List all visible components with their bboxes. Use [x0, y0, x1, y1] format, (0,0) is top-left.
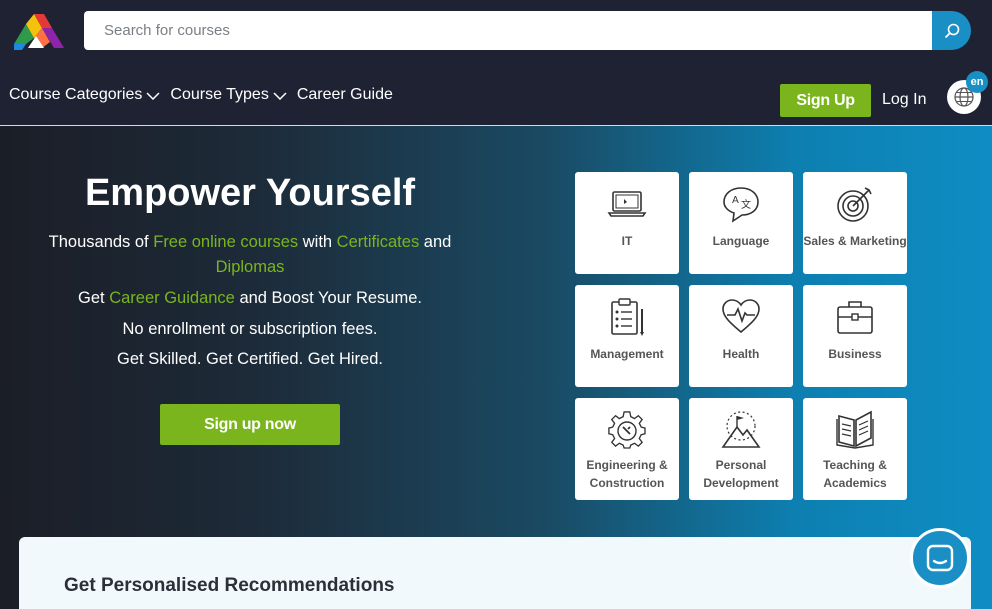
heart-pulse-icon — [722, 299, 760, 334]
hero-title: Empower Yourself — [84, 172, 416, 214]
category-card-language[interactable]: A 文 Language — [689, 172, 793, 274]
recommendations-title: Get Personalised Recommendations — [64, 575, 395, 596]
signup-button[interactable]: Sign Up — [780, 84, 871, 117]
gear-icon — [608, 411, 646, 449]
signup-now-button[interactable]: Sign up now — [160, 404, 340, 445]
recommendations-panel: Get Personalised Recommendations — [19, 537, 971, 609]
svg-text:A: A — [732, 195, 739, 206]
category-card-it[interactable]: IT — [575, 172, 679, 274]
hero-line-courses: Thousands of Free online courses with Ce… — [48, 233, 452, 276]
speech-bubble-icon: A 文 — [723, 187, 759, 223]
category-label: Teaching & Academics — [823, 458, 887, 490]
category-label: Language — [712, 234, 770, 248]
category-label: Health — [722, 347, 760, 361]
category-label: Business — [828, 347, 882, 361]
category-label: Personal Development — [703, 458, 779, 490]
alison-logo[interactable] — [14, 14, 64, 50]
nav-course-categories[interactable]: Course Categories — [9, 86, 160, 104]
hero-line-tagline: Get Skilled. Get Certified. Get Hired. — [117, 350, 383, 368]
clipboard-icon — [611, 298, 644, 336]
category-card-business[interactable]: Business — [803, 285, 907, 387]
chat-launcher-button[interactable] — [910, 528, 970, 588]
chevron-down-icon — [146, 92, 160, 100]
category-label: Sales & Marketing — [803, 234, 907, 248]
category-card-health[interactable]: Health — [689, 285, 793, 387]
search-bar — [84, 11, 971, 50]
category-card-engineering-construction[interactable]: Engineering & Construction — [575, 398, 679, 500]
book-icon — [836, 410, 874, 449]
certificates-link[interactable]: Certificates — [337, 233, 420, 251]
category-card-management[interactable]: Management — [575, 285, 679, 387]
hero-line-career: Get Career Guidance and Boost Your Resum… — [78, 289, 422, 307]
category-grid: IT A 文 Language Sales & Marketing Manage… — [575, 172, 907, 500]
free-courses-link[interactable]: Free online courses — [153, 233, 298, 251]
search-button[interactable] — [932, 11, 971, 50]
svg-text:文: 文 — [741, 198, 751, 211]
career-guidance-link[interactable]: Career Guidance — [109, 289, 235, 307]
category-label: IT — [621, 234, 633, 248]
chat-icon — [926, 544, 954, 572]
diplomas-link[interactable]: Diplomas — [216, 258, 285, 276]
mountain-flag-icon — [721, 411, 761, 448]
hero-line-fees: No enrollment or subscription fees. — [122, 320, 378, 338]
nav-course-types[interactable]: Course Types — [170, 86, 287, 104]
main-nav: Course Categories Course Types Career Gu… — [9, 86, 393, 104]
chevron-down-icon — [273, 92, 287, 100]
nav-career-guide[interactable]: Career Guide — [297, 86, 393, 104]
category-card-personal-development[interactable]: Personal Development — [689, 398, 793, 500]
language-badge: en — [966, 71, 988, 93]
search-icon — [944, 23, 959, 38]
category-label: Engineering & Construction — [586, 458, 668, 490]
site-header: Course Categories Course Types Career Gu… — [0, 0, 992, 126]
briefcase-icon — [837, 301, 873, 334]
category-card-teaching-academics[interactable]: Teaching & Academics — [803, 398, 907, 500]
login-link[interactable]: Log In — [882, 91, 926, 109]
target-icon — [837, 187, 872, 222]
category-card-sales-marketing[interactable]: Sales & Marketing — [803, 172, 907, 274]
search-input[interactable] — [84, 11, 932, 50]
category-label: Management — [590, 347, 664, 361]
laptop-icon — [607, 191, 647, 217]
